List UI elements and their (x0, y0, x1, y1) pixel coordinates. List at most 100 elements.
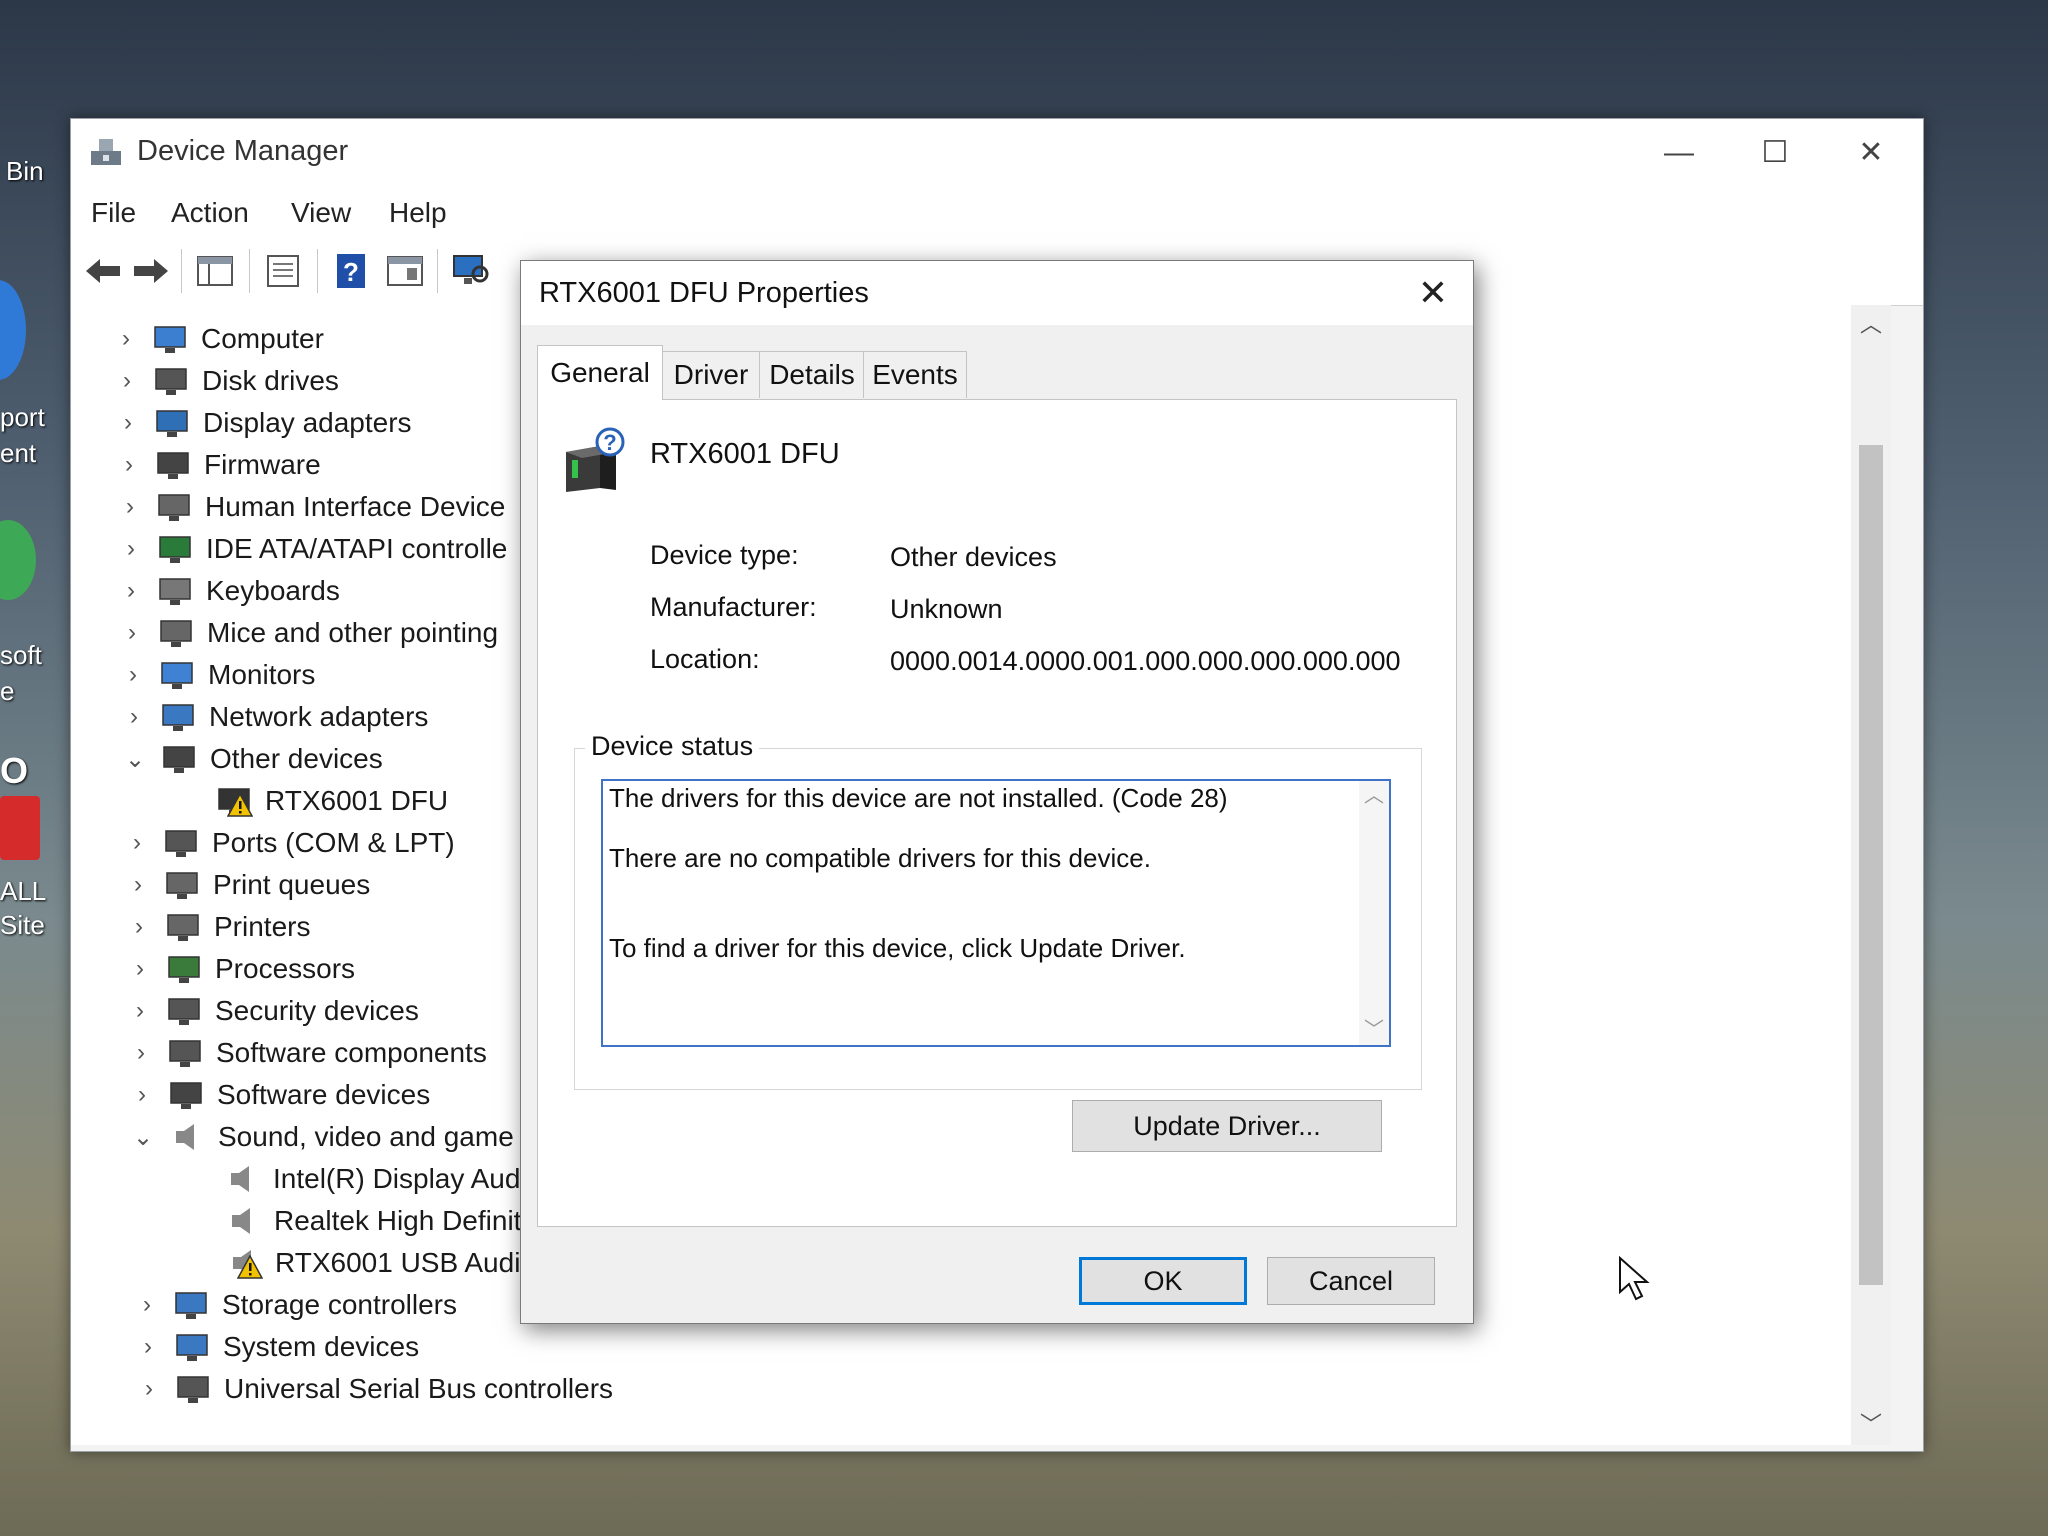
tree-item-printers[interactable]: › Printers (124, 907, 310, 947)
expand-chevron-icon[interactable]: › (119, 703, 149, 731)
tree-item-storage-controllers[interactable]: › Storage controllers (132, 1285, 457, 1325)
tree-item-keyboards[interactable]: › Keyboards (116, 571, 340, 611)
expand-chevron-icon[interactable]: › (125, 997, 155, 1025)
tree-item-network-adapters[interactable]: › Network adapters (119, 697, 428, 737)
expand-chevron-icon[interactable]: › (132, 1291, 162, 1319)
tree-item-security-devices[interactable]: › Security devices (125, 991, 419, 1031)
expand-chevron-icon[interactable]: › (126, 1039, 156, 1067)
menu-view[interactable]: View (291, 197, 351, 229)
desktop-app-icon[interactable] (0, 796, 40, 860)
tree-item-print-queues[interactable]: › Print queues (123, 865, 370, 905)
scroll-up-icon[interactable]: ︿ (1851, 305, 1891, 345)
unknown-device-icon: ? (566, 427, 625, 492)
toolbar-separator (249, 249, 250, 293)
minimize-button[interactable]: — (1631, 125, 1727, 181)
tree-item-intel-r-display-audi[interactable]: Intel(R) Display Audi (183, 1159, 527, 1199)
expand-chevron-icon[interactable]: › (127, 1081, 157, 1109)
expand-chevron-icon[interactable]: › (124, 913, 154, 941)
expand-chevron-icon[interactable]: › (133, 1333, 163, 1361)
scroll-up-icon[interactable]: ︿ (1359, 781, 1389, 811)
expand-chevron-icon[interactable]: › (125, 955, 155, 983)
desktop-app-icon[interactable] (0, 520, 36, 600)
menu-file[interactable]: File (91, 197, 136, 229)
status-scrollbar[interactable]: ︿ ﹀ (1359, 781, 1389, 1045)
help-icon[interactable]: ? (329, 249, 373, 293)
keyboard-icon (156, 575, 194, 607)
update-view-icon[interactable] (383, 249, 427, 293)
scroll-down-icon[interactable]: ﹀ (1851, 1405, 1891, 1445)
menu-help[interactable]: Help (389, 197, 447, 229)
tree-item-realtek-high-definit[interactable]: Realtek High Definit (184, 1201, 521, 1241)
tree-item-ide-ata-atapi-controlle[interactable]: › IDE ATA/ATAPI controlle (116, 529, 507, 569)
tree-item-display-adapters[interactable]: › Display adapters (113, 403, 412, 443)
tree-item-disk-drives[interactable]: › Disk drives (112, 361, 339, 401)
properties-icon[interactable] (261, 249, 305, 293)
dialog-close-button[interactable]: ✕ (1403, 267, 1463, 319)
tree-item-label: Printers (214, 911, 311, 942)
tree-item-software-devices[interactable]: › Software devices (127, 1075, 430, 1115)
expand-chevron-icon[interactable]: › (112, 367, 142, 395)
collapse-chevron-icon[interactable]: ⌄ (120, 745, 150, 774)
cancel-button[interactable]: Cancel (1267, 1257, 1435, 1305)
tab-general[interactable]: General (537, 345, 663, 400)
dialog-title-bar[interactable]: RTX6001 DFU Properties ✕ (521, 261, 1473, 325)
processor-icon (165, 953, 203, 985)
tab-events[interactable]: Events (863, 351, 967, 398)
title-bar[interactable]: Device Manager — ☐ ✕ (71, 119, 1923, 187)
ok-button[interactable]: OK (1079, 1257, 1247, 1305)
scan-hardware-icon[interactable] (449, 249, 493, 293)
tree-item-firmware[interactable]: › Firmware (114, 445, 321, 485)
expand-chevron-icon[interactable]: › (123, 871, 153, 899)
forward-icon[interactable] (129, 249, 173, 293)
expand-chevron-icon[interactable]: › (111, 325, 141, 353)
expand-chevron-icon[interactable]: › (113, 409, 143, 437)
tab-driver[interactable]: Driver (661, 351, 761, 398)
show-hide-console-tree-icon[interactable] (193, 249, 237, 293)
expand-chevron-icon[interactable]: › (116, 577, 146, 605)
tree-item-computer[interactable]: › Computer (111, 319, 324, 359)
tree-item-label: Intel(R) Display Audi (273, 1163, 527, 1194)
device-status-group: Device status The drivers for this devic… (574, 731, 1422, 1090)
tree-item-monitors[interactable]: › Monitors (118, 655, 315, 695)
tree-item-rtx6001-dfu[interactable]: RTX6001 DFU (175, 781, 448, 821)
collapse-chevron-icon[interactable]: ⌄ (128, 1123, 158, 1152)
software-device-icon (167, 1079, 205, 1111)
tab-details[interactable]: Details (759, 351, 865, 398)
desktop-icon-label: ALL (0, 876, 47, 906)
desktop-app-icon[interactable] (0, 280, 26, 380)
tree-item-label: IDE ATA/ATAPI controlle (206, 533, 508, 564)
tree-scrollbar[interactable]: ︿ ﹀ (1851, 305, 1891, 1445)
tree-item-universal-serial-bus-controllers[interactable]: › Universal Serial Bus controllers (134, 1369, 613, 1409)
menu-action[interactable]: Action (171, 197, 249, 229)
tree-item-label: Display adapters (203, 407, 412, 438)
tree-item-sound-video-and-game[interactable]: ⌄ Sound, video and game (128, 1117, 514, 1157)
expand-chevron-icon[interactable]: › (117, 619, 147, 647)
location-label: Location: (650, 644, 760, 674)
desktop-icon-label: Site (0, 910, 45, 940)
expand-chevron-icon[interactable]: › (122, 829, 152, 857)
tree-item-ports-com-lpt[interactable]: › Ports (COM & LPT) (122, 823, 455, 863)
close-button[interactable]: ✕ (1823, 125, 1919, 181)
device-status-textbox[interactable]: The drivers for this device are not inst… (601, 779, 1391, 1047)
expand-chevron-icon[interactable]: › (114, 451, 144, 479)
tree-item-human-interface-device[interactable]: › Human Interface Device (115, 487, 505, 527)
tree-item-label: Other devices (210, 743, 383, 774)
scrollbar-thumb[interactable] (1859, 445, 1883, 1285)
update-driver-button[interactable]: Update Driver... (1072, 1100, 1382, 1152)
maximize-button[interactable]: ☐ (1727, 125, 1823, 181)
expand-chevron-icon[interactable]: › (115, 493, 145, 521)
tree-item-rtx6001-usb-audio[interactable]: RTX6001 USB Audio (185, 1243, 536, 1283)
tree-item-label: Security devices (215, 995, 419, 1026)
tree-item-other-devices[interactable]: ⌄ Other devices (120, 739, 383, 779)
tree-item-software-components[interactable]: › Software components (126, 1033, 487, 1073)
back-icon[interactable] (81, 249, 125, 293)
tree-item-mice-and-other-pointing[interactable]: › Mice and other pointing (117, 613, 498, 653)
tree-item-processors[interactable]: › Processors (125, 949, 355, 989)
tree-item-label: Software components (216, 1037, 487, 1068)
tree-item-system-devices[interactable]: › System devices (133, 1327, 419, 1367)
expand-chevron-icon[interactable]: › (134, 1375, 164, 1403)
tree-item-label: System devices (223, 1331, 420, 1362)
expand-chevron-icon[interactable]: › (116, 535, 146, 563)
scroll-down-icon[interactable]: ﹀ (1359, 1015, 1389, 1045)
expand-chevron-icon[interactable]: › (118, 661, 148, 689)
